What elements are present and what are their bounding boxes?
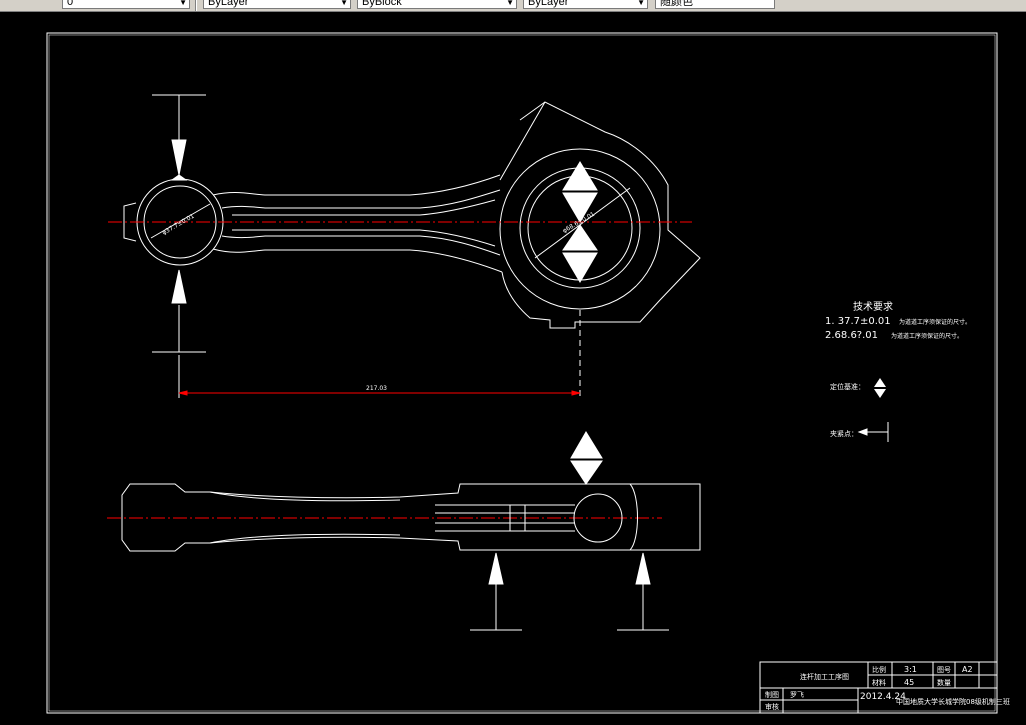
small-end-dimension-text: φ37.7±0.01 [161,213,196,237]
legend-locate-label: 定位基准： [830,382,865,391]
chevron-down-icon[interactable]: ▼ [637,0,645,8]
front-support-lines [470,584,669,631]
layer-dropdown[interactable]: 0 ▼ [62,0,190,9]
tech-line1-num: 1. 37.7±0.01 [825,316,891,327]
locate-symbol-icon [874,378,886,398]
school-name: 中国地质大学长城学院08级机制三班 [896,697,1010,706]
drawing-name: 连杆加工工序图 [800,672,849,681]
plotstyle-label: 随颜色 [660,0,693,8]
drawn-name: 罗飞 [790,691,804,699]
properties-toolbar: 0 ▼ ByLayer ▼ ByBlock ▼ ByLayer ▼ 随颜色 [0,0,1026,12]
tech-line1-text: 为道道工序须保证的尺寸。 [899,318,971,326]
sheet-value: A2 [962,665,973,674]
chevron-down-icon[interactable]: ▼ [340,0,348,8]
color-label: ByLayer [208,0,249,8]
scale-label: 比例 [872,665,886,674]
drawn-label: 制图 [765,690,779,699]
tech-title: 技术要求 [853,300,893,313]
chevron-down-icon[interactable]: ▼ [506,0,514,8]
clamp-symbol-icon [857,422,889,442]
top-view [123,101,701,329]
cad-drawing[interactable]: 217.03 φ37.7±0.01 φ68.6±0.01 技术要求 1. 37.… [0,12,1026,725]
drawing-canvas[interactable]: 217.03 φ37.7±0.01 φ68.6±0.01 技术要求 1. 37.… [0,12,1026,725]
sheet-label: 图号 [937,666,951,674]
linetype-dropdown[interactable]: ByBlock ▼ [357,0,517,9]
linetype-label: ByBlock [362,0,402,8]
inner-border [48,34,996,712]
locate-arrows-front [488,431,651,585]
check-label: 审核 [765,702,779,711]
chevron-down-icon[interactable]: ▼ [179,0,187,8]
qty-label: 数量 [937,678,951,687]
toolbar-separator [195,0,197,11]
tech-line2-text: 为道道工序须保证的尺寸。 [891,332,963,340]
center-dimension-text: 217.03 [366,385,387,392]
lineweight-dropdown[interactable]: ByLayer ▼ [523,0,648,9]
scale-value: 3:1 [904,665,917,674]
dimension-lines [150,94,631,398]
legend-clamp-label: 夹紧点： [830,429,858,438]
color-dropdown[interactable]: ByLayer ▼ [203,0,351,9]
centerlines [107,221,692,519]
tech-line2-num: 2.68.6?.01 [825,330,878,341]
sheet-border [46,32,998,714]
plotstyle-dropdown[interactable]: 随颜色 [655,0,775,9]
layer-label: 0 [67,0,74,8]
material-value: 45 [904,678,914,687]
material-label: 材料 [872,678,886,687]
lineweight-label: ByLayer [528,0,569,8]
